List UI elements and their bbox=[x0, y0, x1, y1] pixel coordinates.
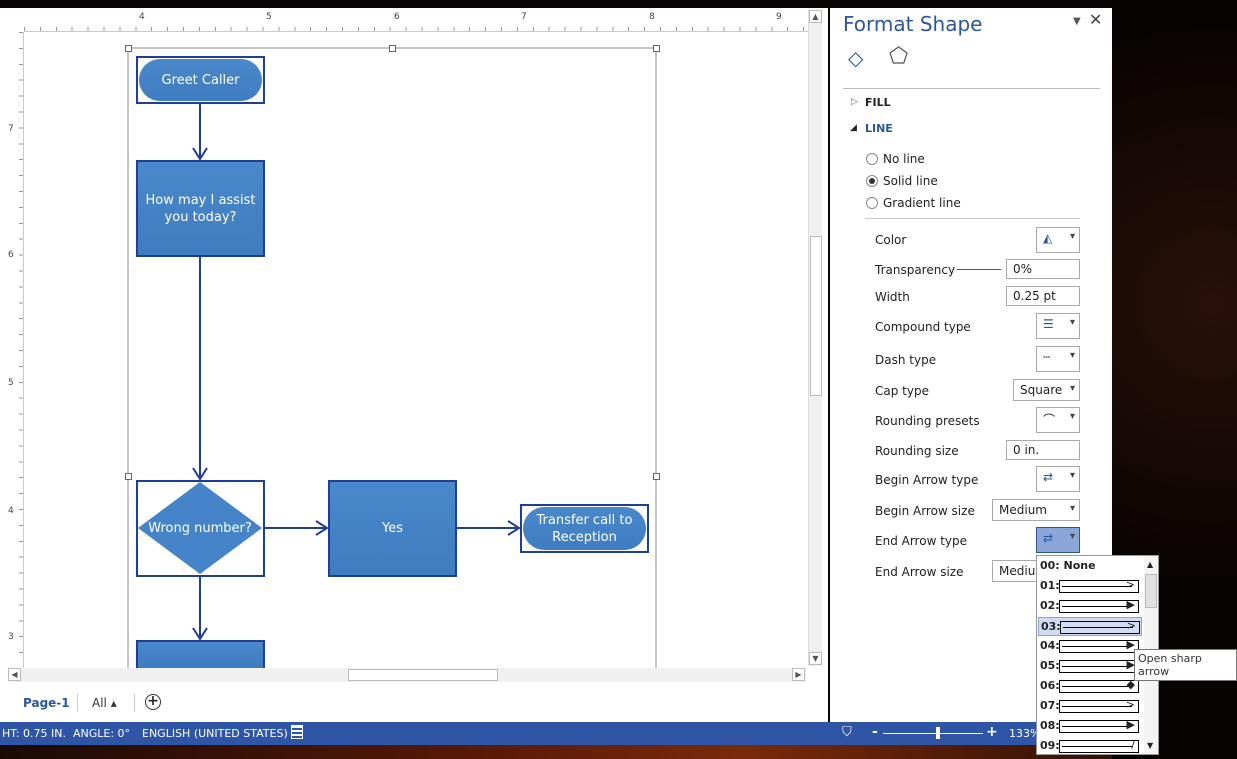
tab-all[interactable]: All ▴ bbox=[92, 696, 117, 710]
macro-icon[interactable] bbox=[291, 725, 303, 739]
fill-line-icon[interactable]: ◇ bbox=[848, 46, 863, 70]
arrow-option-02[interactable]: 02: ▶ bbox=[1038, 597, 1142, 616]
section-line[interactable]: LINE bbox=[865, 122, 893, 135]
pane-options-icon[interactable]: ▼ bbox=[1073, 16, 1081, 27]
scroll-up-icon: ▲ bbox=[1147, 560, 1154, 569]
tooltip: Open sharp arrow bbox=[1134, 649, 1237, 681]
arrow-option-01[interactable]: 01: > bbox=[1038, 577, 1142, 596]
zoom-in-button[interactable]: + bbox=[986, 724, 998, 740]
section-fill[interactable]: FILL bbox=[865, 96, 891, 109]
page-tabs: Page-1 All ▴ + bbox=[0, 690, 828, 722]
radio-label: Solid line bbox=[883, 174, 938, 188]
resize-handle[interactable] bbox=[125, 45, 132, 52]
status-bar: HT: 0.75 IN. ANGLE: 0° ENGLISH (UNITED S… bbox=[0, 722, 1112, 745]
begin-arrow-size-label: Begin Arrow size bbox=[875, 504, 975, 518]
arrow-option-04[interactable]: 04: ▶ bbox=[1038, 637, 1142, 656]
expand-triangle-icon[interactable]: ▷ bbox=[851, 97, 858, 107]
begin-arrow-type-label: Begin Arrow type bbox=[875, 473, 979, 487]
presentation-mode-icon[interactable]: ⛉ bbox=[842, 725, 852, 740]
begin-arrow-type-picker[interactable]: ⇄ bbox=[1036, 466, 1080, 492]
zoom-slider[interactable] bbox=[883, 733, 983, 734]
collapse-triangle-icon[interactable]: ◢ bbox=[850, 123, 857, 133]
shape-yes[interactable]: Yes bbox=[328, 480, 457, 577]
vertical-scrollbar[interactable]: ▲ ▼ bbox=[808, 10, 822, 666]
scroll-thumb[interactable] bbox=[348, 669, 498, 681]
width-input[interactable]: 0.25 pt bbox=[1006, 286, 1080, 306]
horizontal-scrollbar[interactable]: ◀ ▶ bbox=[8, 668, 806, 682]
shape-next[interactable] bbox=[136, 640, 265, 668]
compound-type-label: Compound type bbox=[875, 320, 971, 334]
resize-handle[interactable] bbox=[389, 45, 396, 52]
shape-transfer[interactable]: Transfer call to Reception bbox=[520, 504, 649, 553]
resize-handle[interactable] bbox=[125, 473, 132, 480]
arrow-option-09[interactable]: 09: / bbox=[1038, 737, 1142, 756]
arrow-option-08[interactable]: 08: ▶ bbox=[1038, 717, 1142, 736]
shape-greet-caller[interactable]: Greet Caller bbox=[136, 56, 265, 104]
scroll-thumb[interactable] bbox=[810, 236, 822, 396]
arrow-option-00[interactable]: 00: None bbox=[1038, 557, 1142, 576]
color-picker[interactable]: ◭ bbox=[1036, 227, 1080, 253]
dash-type-picker[interactable]: ┅ bbox=[1036, 346, 1080, 372]
pane-title: Format Shape bbox=[843, 12, 983, 36]
scroll-left-icon[interactable]: ◀ bbox=[8, 668, 21, 681]
arrow-option-03[interactable]: 03: > bbox=[1038, 617, 1142, 636]
transparency-slider[interactable] bbox=[957, 269, 1001, 270]
radio-solid-line[interactable]: Solid line bbox=[866, 174, 938, 188]
radio-gradient-line[interactable]: Gradient line bbox=[866, 196, 961, 210]
end-arrow-size-label: End Arrow size bbox=[875, 565, 964, 579]
arrow-option-05[interactable]: 05: ▶ bbox=[1038, 657, 1142, 676]
drawing-canvas[interactable]: 4 5 6 7 8 9 7 6 5 4 3 Greet Caller How m… bbox=[0, 8, 828, 722]
shape-label: Greet Caller bbox=[139, 59, 262, 101]
end-arrow-type-label: End Arrow type bbox=[875, 534, 967, 548]
scroll-down-icon[interactable]: ▼ bbox=[809, 652, 822, 665]
dash-type-label: Dash type bbox=[875, 353, 937, 367]
tab-page-1[interactable]: Page-1 bbox=[23, 696, 70, 710]
begin-arrow-size-select[interactable]: Medium bbox=[992, 499, 1080, 521]
close-icon[interactable]: ✕ bbox=[1089, 10, 1102, 29]
shape-wrong-number[interactable]: Wrong number? bbox=[140, 508, 260, 548]
rounding-presets-label: Rounding presets bbox=[875, 414, 980, 428]
rounding-size-input[interactable]: 0 in. bbox=[1006, 440, 1080, 460]
rounding-presets-picker[interactable]: ⌒ bbox=[1036, 407, 1080, 433]
cap-type-label: Cap type bbox=[875, 384, 929, 398]
radio-label: No line bbox=[883, 152, 925, 166]
end-arrow-type-picker[interactable]: ⇄ bbox=[1036, 527, 1080, 553]
status-language[interactable]: ENGLISH (UNITED STATES) bbox=[142, 727, 288, 740]
resize-handle[interactable] bbox=[653, 45, 660, 52]
color-label: Color bbox=[875, 233, 907, 247]
plus-circle-icon[interactable]: + bbox=[145, 694, 161, 710]
compound-type-picker[interactable]: ☰ bbox=[1036, 313, 1080, 339]
zoom-out-button[interactable]: - bbox=[872, 724, 878, 740]
cap-type-select[interactable]: Square bbox=[1013, 379, 1080, 401]
width-label: Width bbox=[875, 290, 910, 304]
shape-label: Transfer call to Reception bbox=[523, 507, 646, 550]
scroll-down-icon: ▼ bbox=[1147, 741, 1154, 750]
status-angle: ANGLE: 0° bbox=[73, 727, 131, 740]
scroll-right-icon[interactable]: ▶ bbox=[792, 668, 805, 681]
radio-no-line[interactable]: No line bbox=[866, 152, 925, 166]
arrow-option-07[interactable]: 07: > bbox=[1038, 697, 1142, 716]
shape-assist[interactable]: How may I assist you today? bbox=[136, 160, 265, 257]
transparency-input[interactable]: 0% bbox=[1006, 259, 1080, 279]
resize-handle[interactable] bbox=[653, 473, 660, 480]
effects-pentagon-icon[interactable]: ⬠ bbox=[889, 44, 908, 69]
zoom-slider-thumb[interactable] bbox=[936, 727, 940, 739]
transparency-label: Transparency bbox=[875, 263, 956, 277]
radio-label: Gradient line bbox=[883, 196, 961, 210]
scroll-up-icon[interactable]: ▲ bbox=[809, 10, 822, 23]
status-height: HT: 0.75 IN. bbox=[2, 727, 66, 740]
scroll-thumb bbox=[1145, 574, 1157, 608]
rounding-size-label: Rounding size bbox=[875, 444, 959, 458]
arrow-option-06[interactable]: 06: ◆ bbox=[1038, 677, 1142, 696]
